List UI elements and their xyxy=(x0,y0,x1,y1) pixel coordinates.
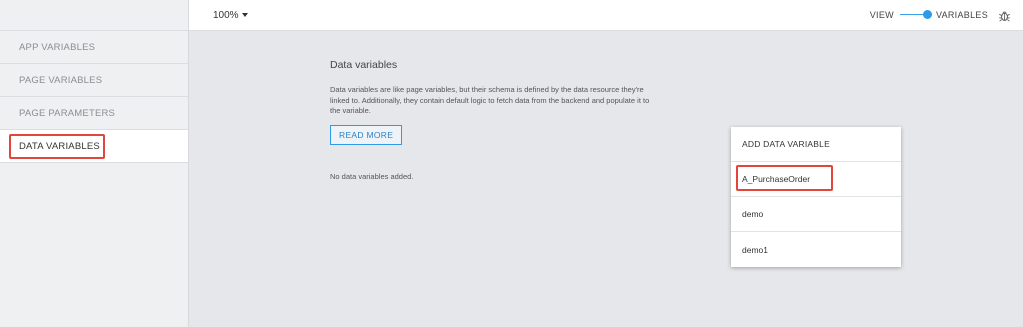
view-switcher: VIEW VARIABLES xyxy=(870,9,1011,22)
sidebar-item-label: PAGE VARIABLES xyxy=(19,74,103,86)
variables-label: VARIABLES xyxy=(935,10,988,20)
sidebar-item-label: PAGE PARAMETERS xyxy=(19,107,116,119)
zoom-dropdown[interactable]: 100% xyxy=(213,10,248,21)
sidebar: APP VARIABLES PAGE VARIABLES PAGE PARAME… xyxy=(0,0,189,327)
sidebar-item-page-variables[interactable]: PAGE VARIABLES xyxy=(0,64,188,97)
view-label: VIEW xyxy=(869,10,894,20)
menu-item-label: demo1 xyxy=(742,244,768,255)
read-more-button[interactable]: READ MORE xyxy=(330,124,403,145)
topbar: 100% VIEW VARIABLES xyxy=(189,0,1023,31)
empty-state-message: No data variables added. xyxy=(330,171,414,181)
menu-item-a-purchaseorder[interactable]: A_PurchaseOrder xyxy=(731,162,901,197)
add-data-variable-menu: ADD DATA VARIABLE A_PurchaseOrder demo d… xyxy=(731,127,901,267)
sidebar-item-label: APP VARIABLES xyxy=(19,41,96,53)
sidebar-item-page-parameters[interactable]: PAGE PARAMETERS xyxy=(0,97,188,130)
sidebar-header xyxy=(0,0,188,31)
highlight-box xyxy=(736,165,833,191)
menu-item-label: demo xyxy=(742,209,764,219)
sidebar-item-app-variables[interactable]: APP VARIABLES xyxy=(0,31,188,64)
menu-item-demo[interactable]: demo xyxy=(731,197,901,232)
toggle-knob xyxy=(922,10,932,19)
caret-down-icon xyxy=(241,13,248,17)
view-toggle[interactable] xyxy=(899,10,932,20)
sidebar-item-data-variables[interactable]: DATA VARIABLES xyxy=(0,130,188,163)
bug-icon[interactable] xyxy=(998,9,1011,22)
add-data-variable-button[interactable]: ADD DATA VARIABLE xyxy=(731,127,901,162)
highlight-box xyxy=(9,134,105,159)
page-description: Data variables are like page variables, … xyxy=(330,85,650,115)
page-title: Data variables xyxy=(330,59,398,71)
zoom-value: 100% xyxy=(213,9,239,21)
menu-item-demo1[interactable]: demo1 xyxy=(731,232,901,267)
main-content: Data variables Data variables are like p… xyxy=(330,59,650,181)
